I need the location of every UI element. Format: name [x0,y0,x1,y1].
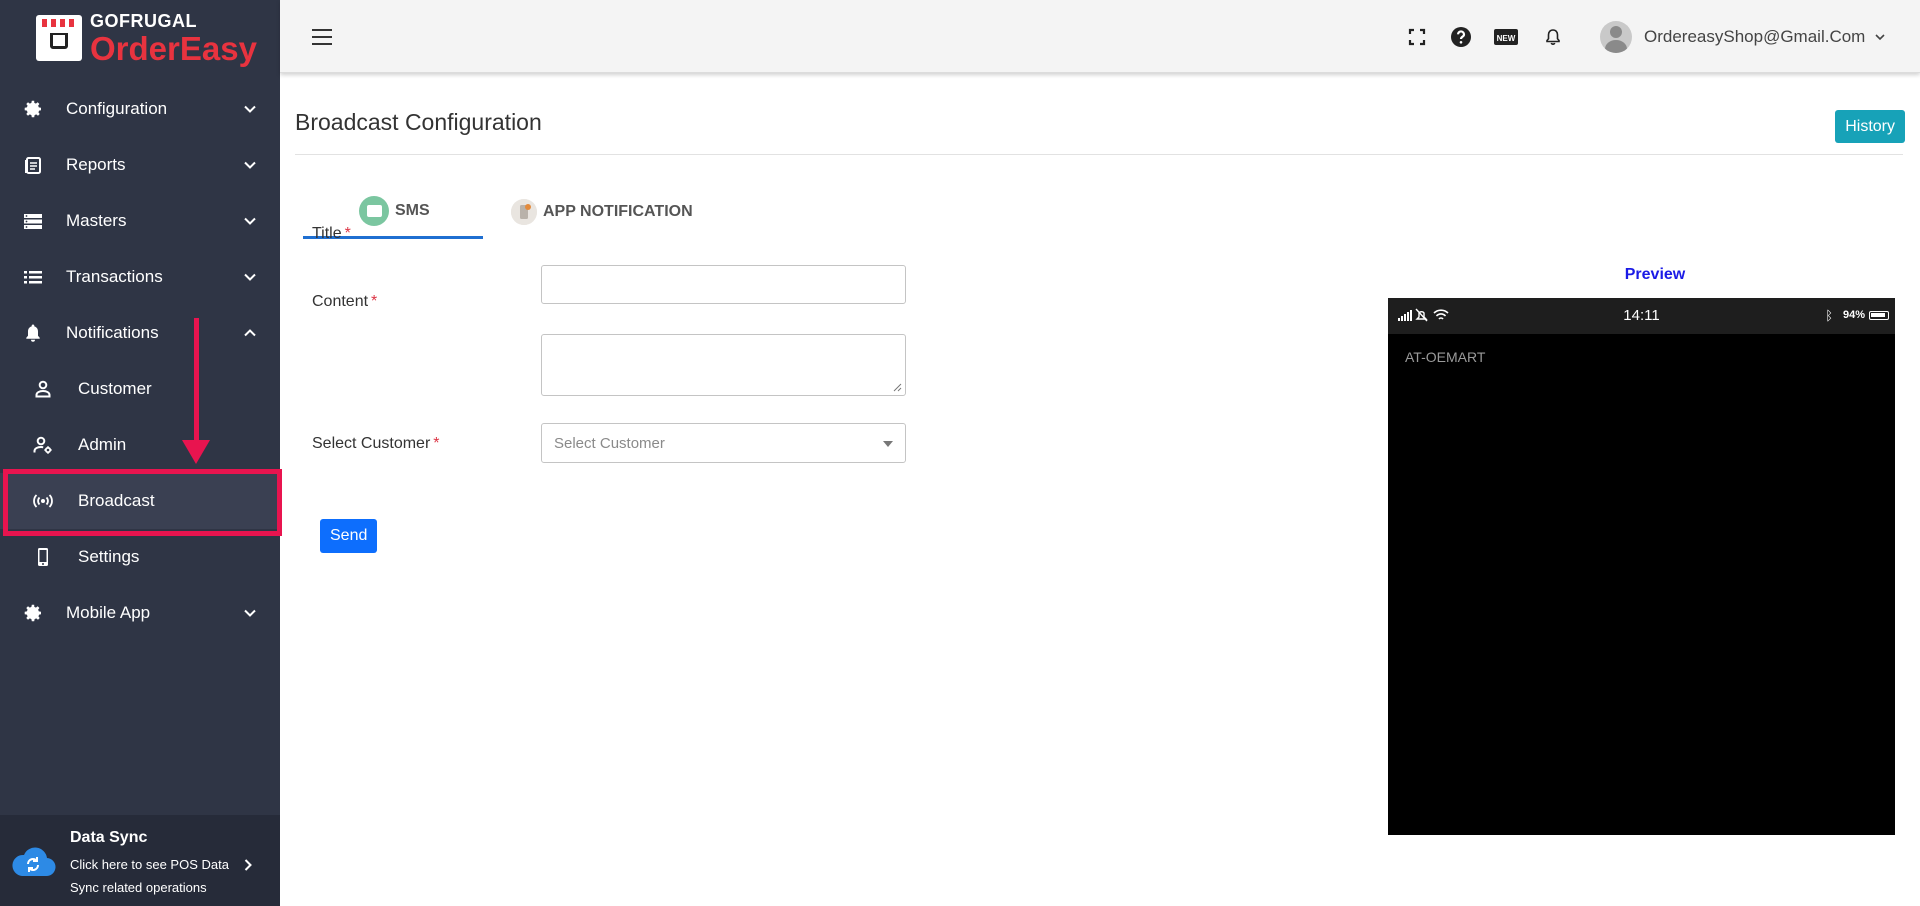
user-menu[interactable]: OrdereasyShop@Gmail.Com [1600,17,1885,57]
list-icon [22,266,44,288]
chevron-down-icon [244,161,256,169]
sidebar-item-label: Notifications [66,323,159,342]
data-sync-title: Data Sync [70,829,148,846]
fullscreen-icon[interactable] [1406,26,1428,48]
chevron-down-icon [244,273,256,281]
cloud-sync-icon [12,847,56,877]
brand-top-text: GOFRUGAL [90,10,197,31]
sms-sender-id: AT-OEMART [1405,349,1486,365]
gear-icon [22,602,44,624]
tab-app-notification[interactable]: APP NOTIFICATION [501,185,721,239]
sidebar-item-configuration[interactable]: Configuration [0,81,280,137]
chevron-down-icon [244,217,256,225]
tab-sms-label: SMS [395,201,430,219]
battery-percentage: 94% [1842,309,1865,321]
chevron-up-icon [244,329,256,337]
brand-bottom-text: OrderEasy [90,29,257,67]
page-title: Broadcast Configuration [295,109,542,135]
annotation-arrow-shaft [194,318,199,442]
app-notification-icon [511,199,537,225]
dropdown-caret-icon [883,441,893,447]
preview-label: Preview [1624,266,1686,283]
sidebar-subitem-label: Admin [78,435,127,454]
sidebar-subitem-settings[interactable]: Settings [0,529,280,585]
sidebar-item-notifications[interactable]: Notifications [0,305,280,361]
content-label: Content * [312,293,378,310]
main-content: Broadcast Configuration History SMS APP … [280,73,1920,906]
select-customer-label: Select Customer * [312,435,440,452]
chevron-right-icon [244,859,252,871]
select-customer-placeholder: Select Customer [554,434,665,452]
select-customer-dropdown[interactable]: Select Customer [541,423,906,463]
phone-status-bar: 14:11 ᛒ 94% [1388,298,1895,334]
sidebar-item-label: Transactions [66,267,163,286]
reports-icon [22,154,44,176]
phone-time: 14:11 [1623,307,1660,324]
sidebar-item-mobile-app[interactable]: Mobile App [0,585,280,641]
sidebar-item-label: Configuration [66,99,168,118]
content-textarea[interactable] [541,334,906,396]
sidebar-item-reports[interactable]: Reports [0,137,280,193]
sidebar-subitem-label: Broadcast [78,491,155,510]
user-gear-icon [32,434,54,456]
sidebar-subitem-customer[interactable]: Customer [0,361,280,417]
help-icon[interactable] [1450,26,1472,48]
bell-icon [22,322,44,344]
data-sync-description: Click here to see POS Data Sync related … [70,857,229,895]
bluetooth-icon: ᛒ [1825,308,1833,323]
phone-icon [32,546,54,568]
chevron-down-icon [244,105,256,113]
title-input[interactable] [541,265,906,304]
masters-icon [22,210,44,232]
chevron-down-icon [1875,34,1885,41]
new-icon[interactable]: NEW [1493,26,1519,48]
sidebar-item-label: Reports [66,155,126,174]
broadcast-tabs: SMS APP NOTIFICATION [303,185,903,239]
history-button[interactable]: History [1835,110,1905,143]
battery-icon [1869,311,1889,320]
sms-icon [359,195,389,226]
hamburger-menu-icon[interactable] [312,29,332,45]
gear-icon [22,98,44,120]
broadcast-icon [32,490,54,512]
send-button[interactable]: Send [320,519,378,553]
sidebar-item-label: Masters [66,211,127,230]
sidebar-subitem-admin[interactable]: Admin [0,417,280,473]
svg-text:NEW: NEW [1497,34,1516,43]
store-logo-icon [36,15,82,61]
user-email: OrdereasyShop@Gmail.Com [1644,27,1866,46]
sidebar-item-label: Mobile App [66,603,151,622]
top-bar: NEW OrdereasyShop@Gmail.Com [280,0,1920,73]
user-icon [32,378,54,400]
resize-grip-icon[interactable] [893,383,902,392]
phone-preview: 14:11 ᛒ 94% AT-OEMART [1388,298,1895,835]
sidebar: GOFRUGAL OrderEasy Configuration Reports [0,0,282,906]
sidebar-item-transactions[interactable]: Transactions [0,249,280,305]
tab-app-notification-label: APP NOTIFICATION [543,203,693,220]
chevron-down-icon [244,609,256,617]
sidebar-subitem-label: Customer [78,379,152,398]
app-logo[interactable]: GOFRUGAL OrderEasy [36,10,257,67]
sidebar-item-masters[interactable]: Masters [0,193,280,249]
page-header: Broadcast Configuration History [295,73,1905,155]
sidebar-subitem-label: Settings [78,547,140,566]
title-label: Title * [312,225,351,242]
sidebar-subitem-broadcast[interactable]: Broadcast [0,473,280,529]
sidebar-nav: Configuration Reports Masters Transactio… [0,81,280,641]
annotation-arrow-head [182,440,210,464]
bell-icon[interactable] [1542,26,1564,48]
avatar [1600,21,1632,53]
data-sync-panel[interactable]: Data Sync Click here to see POS Data Syn… [0,815,280,906]
